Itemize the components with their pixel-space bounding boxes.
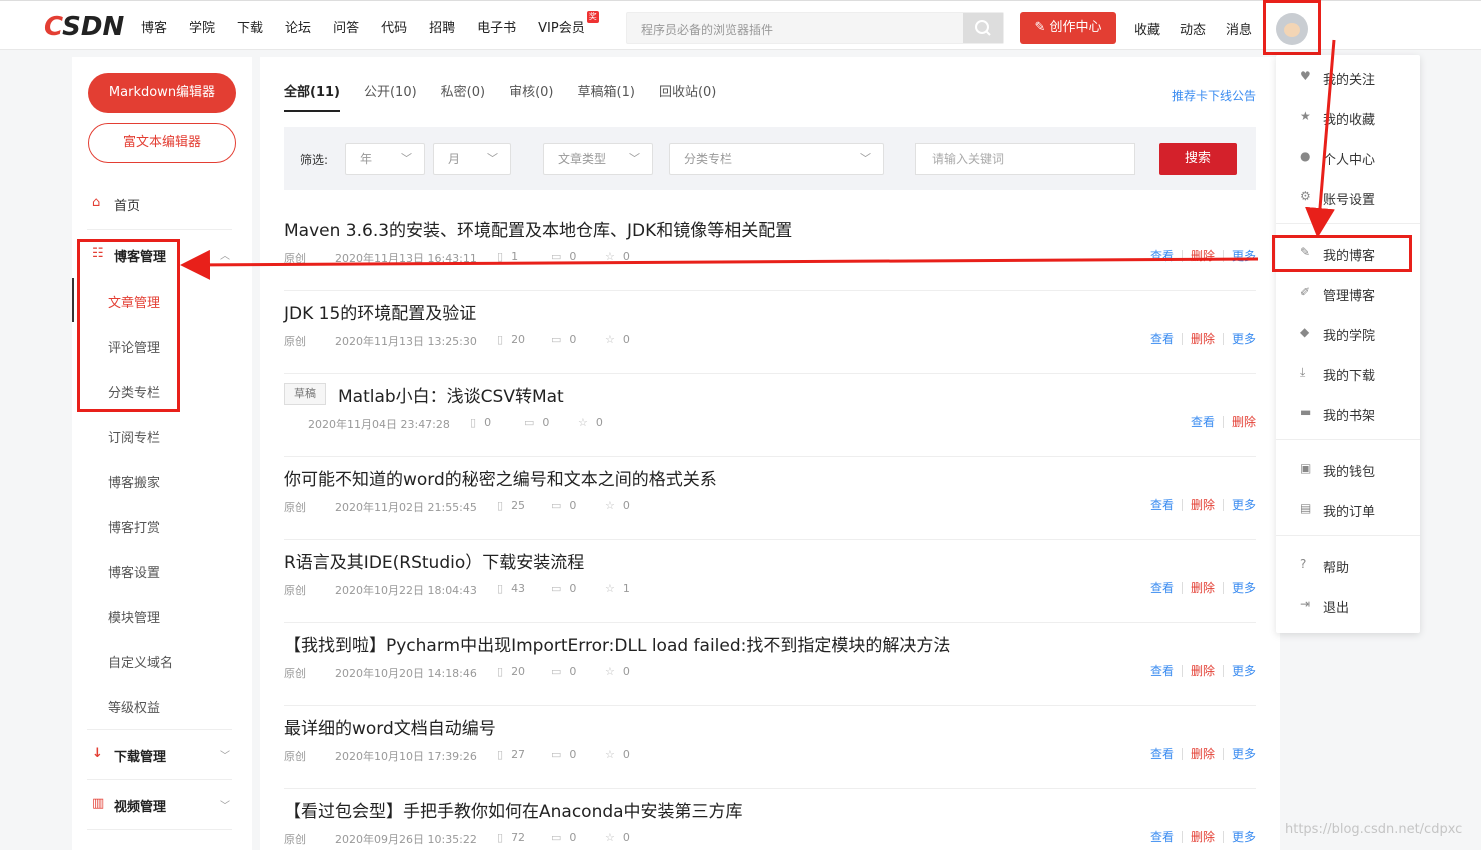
watermark: https://blog.csdn.net/cdpxc [1285, 822, 1463, 837]
arrow-to-blog-manage [180, 249, 1259, 280]
arrow-avatar-to-my-blog [1305, 39, 1336, 238]
annotation-arrows [180, 39, 1336, 280]
